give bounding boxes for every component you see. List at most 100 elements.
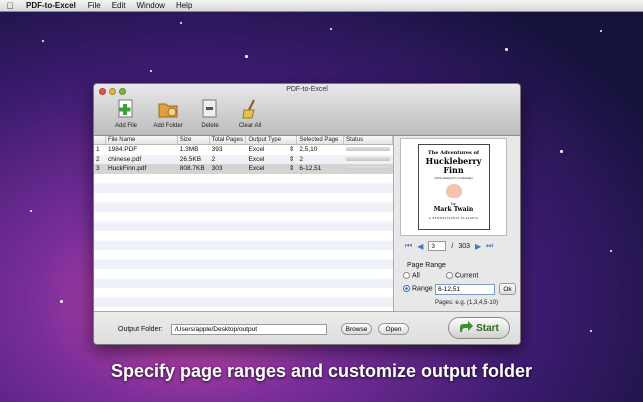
first-page-icon[interactable]: ⏮	[405, 241, 412, 251]
file-size: 1.3MB	[179, 146, 199, 153]
total-pages-label: 303	[458, 242, 470, 250]
selected-pages[interactable]: 2,5,10	[297, 145, 344, 155]
apple-icon[interactable]: 	[0, 1, 20, 11]
app-window: PDF-to-Excel Add File Add Folder Delete	[93, 83, 521, 345]
radio-range-icon	[403, 285, 410, 292]
clear-all-button[interactable]: Clear All	[230, 98, 270, 129]
open-button[interactable]: Open	[378, 323, 409, 335]
promo-caption: Specify page ranges and customize output…	[110, 361, 533, 381]
book-cover: The Adventures of Huckleberry Finn (Tom …	[417, 144, 490, 230]
radio-range-label: Range	[412, 285, 433, 293]
page-range-title: Page Range	[407, 262, 446, 269]
radio-current-label: Current	[455, 272, 479, 280]
last-page-icon[interactable]: ⏭	[486, 241, 493, 251]
file-size: 26.5KB	[179, 155, 202, 163]
book-title-line3: Finn	[443, 165, 464, 175]
radio-all-label: All	[412, 272, 420, 280]
menu-bar:  PDF-to-Excel File Edit Window Help	[0, 0, 643, 12]
previous-page-icon[interactable]: ◀	[417, 242, 423, 251]
table-header: File Name Size Total Pages Output Type S…	[94, 136, 393, 145]
output-type-value: Excel	[248, 165, 265, 172]
clear-all-label: Clear All	[238, 123, 262, 129]
output-type-select[interactable]: Excel ⇕	[246, 155, 297, 165]
delete-button[interactable]: Delete	[190, 98, 230, 129]
total-pages: 303	[211, 165, 223, 172]
output-type-select[interactable]: Excel ⇕	[246, 164, 297, 174]
column-header-total-pages[interactable]: Total Pages	[210, 136, 247, 144]
file-name: chinese.pdf	[107, 155, 142, 163]
column-header-output-type[interactable]: Output Type	[246, 136, 298, 144]
output-type-value: Excel	[248, 155, 265, 163]
row-number: 3	[96, 165, 100, 172]
file-size: 808.7KB	[179, 165, 205, 172]
status-cell	[344, 164, 393, 174]
radio-all[interactable]: All	[403, 272, 420, 279]
broom-icon	[239, 98, 261, 120]
row-number: 1	[96, 146, 100, 153]
table-row-selected[interactable]: 3 HuckFinn.pdf 808.7KB 303 Excel ⇕ 6-12,5…	[94, 164, 393, 174]
current-page-input[interactable]: 3	[428, 241, 447, 251]
status-cell	[344, 145, 393, 155]
stepper-icon: ⇕	[288, 165, 295, 172]
delete-label: Delete	[201, 123, 219, 129]
status-progress	[346, 156, 391, 161]
menu-help[interactable]: Help	[176, 1, 192, 10]
page-separator: /	[451, 242, 454, 250]
window-title: PDF-to-Excel	[286, 86, 328, 93]
start-label: Start	[476, 322, 499, 334]
file-name: HuckFinn.pdf	[107, 165, 147, 172]
book-title-line2: Huckleberry	[425, 156, 482, 166]
menu-edit[interactable]: Edit	[112, 1, 126, 10]
output-type-value: Excel	[248, 146, 265, 153]
add-file-icon	[115, 98, 137, 120]
book-publisher: A PENNSYLVANIA CLASSICS	[428, 217, 479, 220]
table-row[interactable]: 1 1984.PDF 1.3MB 393 Excel ⇕ 2,5,10	[94, 145, 393, 155]
column-header[interactable]	[94, 136, 106, 144]
ok-button[interactable]: Ok	[499, 283, 516, 295]
status-progress	[346, 166, 391, 171]
range-input[interactable]: 6-12,51	[435, 284, 495, 295]
radio-current-icon	[446, 272, 453, 279]
file-table: File Name Size Total Pages Output Type S…	[94, 136, 394, 314]
selected-pages[interactable]: 6-12,51	[297, 164, 344, 174]
browse-button[interactable]: Browse	[341, 323, 372, 335]
total-pages: 393	[211, 146, 223, 153]
row-number: 2	[96, 155, 100, 163]
selected-pages[interactable]: 2	[297, 155, 344, 165]
next-page-icon[interactable]: ▶	[475, 242, 481, 251]
start-arrow-icon	[459, 320, 474, 336]
radio-current[interactable]: Current	[446, 272, 478, 279]
book-author: Mark Twain	[433, 206, 474, 213]
status-progress	[346, 147, 391, 152]
pages-hint: Pages: e.g. (1,3,4,5-10)	[435, 300, 499, 306]
menu-file[interactable]: File	[88, 1, 101, 10]
add-file-label: Add File	[114, 123, 137, 129]
book-subtitle: (Tom Sawyer's Comrade)	[434, 176, 473, 180]
column-header-selected-page[interactable]: Selected Page	[297, 136, 345, 144]
file-name: 1984.PDF	[107, 146, 138, 153]
radio-range[interactable]: Range	[403, 285, 433, 292]
status-cell	[344, 155, 393, 165]
output-folder-label: Output Folder:	[118, 326, 163, 333]
book-illustration	[445, 184, 462, 198]
output-type-select[interactable]: Excel ⇕	[246, 145, 297, 155]
column-header-status[interactable]: Status	[344, 136, 393, 144]
menu-app-name[interactable]: PDF-to-Excel	[26, 1, 76, 10]
start-button[interactable]: Start	[448, 317, 510, 339]
column-header-size[interactable]: Size	[178, 136, 210, 144]
add-folder-label: Add Folder	[153, 123, 183, 129]
stepper-icon: ⇕	[288, 155, 295, 163]
add-folder-button[interactable]: Add Folder	[146, 98, 190, 129]
output-folder-input[interactable]: /Users/apple/Desktop/output	[171, 324, 327, 335]
table-row[interactable]: 2 chinese.pdf 26.5KB 2 Excel ⇕ 2	[94, 154, 393, 165]
add-folder-icon	[157, 98, 179, 120]
radio-all-icon	[403, 272, 410, 279]
delete-icon	[199, 98, 221, 120]
page-preview: The Adventures of Huckleberry Finn (Tom …	[400, 138, 507, 236]
bottom-bar: Output Folder: /Users/apple/Desktop/outp…	[94, 311, 520, 344]
table-empty-area	[94, 173, 393, 314]
menu-window[interactable]: Window	[136, 1, 164, 10]
stepper-icon: ⇕	[288, 146, 295, 153]
add-file-button[interactable]: Add File	[106, 98, 146, 129]
column-header-file-name[interactable]: File Name	[106, 136, 178, 144]
